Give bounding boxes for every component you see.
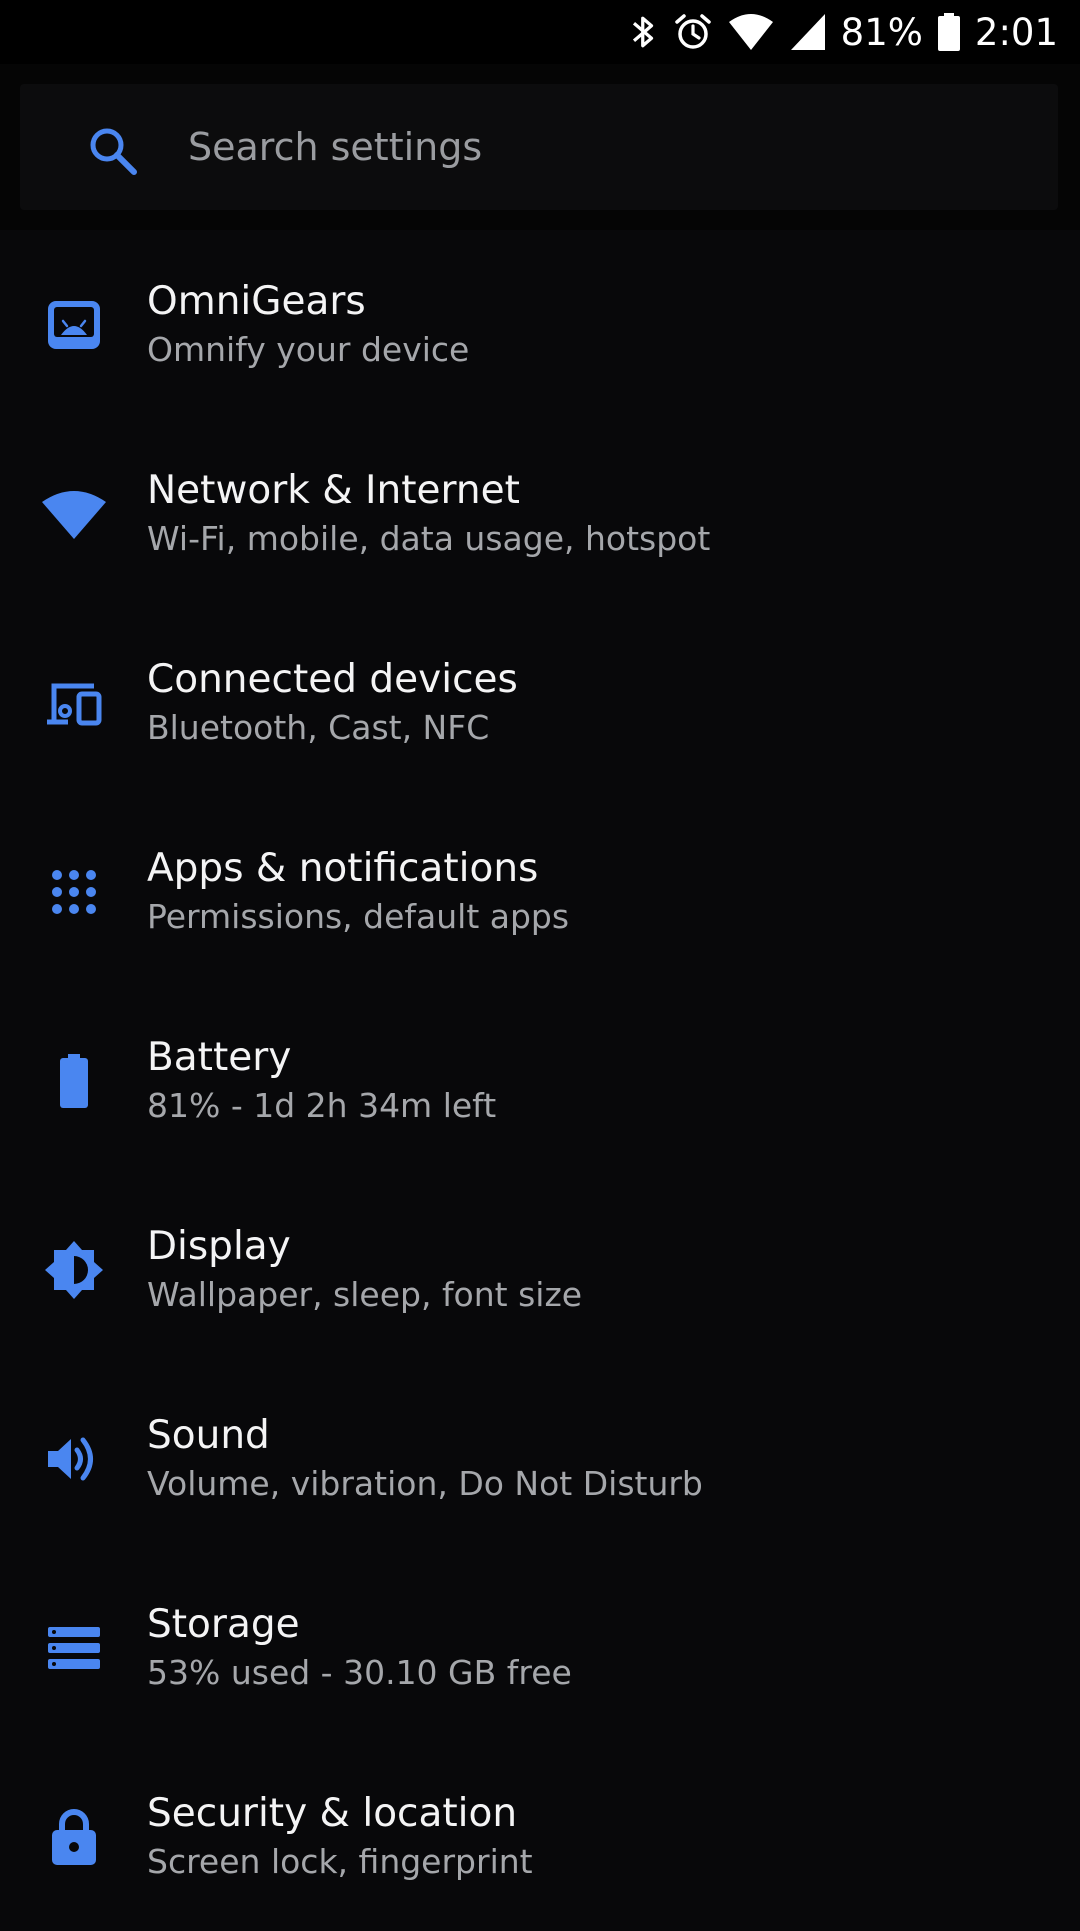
setting-subtitle: Volume, vibration, Do Not Disturb xyxy=(147,1463,703,1503)
search-area: Search settings xyxy=(0,64,1080,230)
setting-subtitle: 53% used - 30.10 GB free xyxy=(147,1652,572,1692)
setting-title: Storage xyxy=(147,1601,300,1647)
setting-title: Battery xyxy=(147,1034,292,1080)
setting-subtitle: Wi-Fi, mobile, data usage, hotspot xyxy=(147,518,711,558)
setting-item-battery[interactable]: Battery 81% - 1d 2h 34m left xyxy=(0,986,1080,1175)
battery-percent-text: 81% xyxy=(840,10,923,54)
wifi-icon xyxy=(727,12,775,52)
omnigears-icon xyxy=(38,289,110,361)
storage-icon xyxy=(38,1612,110,1684)
search-bar[interactable]: Search settings xyxy=(20,84,1058,210)
setting-title: Display xyxy=(147,1223,291,1269)
battery-icon xyxy=(38,1045,110,1117)
devices-icon xyxy=(38,667,110,739)
setting-subtitle: Omnify your device xyxy=(147,329,470,369)
setting-item-display[interactable]: Display Wallpaper, sleep, font size xyxy=(0,1175,1080,1364)
setting-title: Network & Internet xyxy=(147,467,520,513)
status-bar: 81% 2:01 xyxy=(0,0,1080,64)
search-input[interactable]: Search settings xyxy=(188,84,482,210)
setting-item-storage[interactable]: Storage 53% used - 30.10 GB free xyxy=(0,1553,1080,1742)
wifi-icon xyxy=(38,478,110,550)
battery-icon xyxy=(937,12,961,52)
setting-subtitle: Screen lock, fingerprint xyxy=(147,1841,533,1881)
setting-title: Apps & notifications xyxy=(147,845,539,891)
setting-subtitle: Bluetooth, Cast, NFC xyxy=(147,707,490,747)
setting-title: OmniGears xyxy=(147,278,366,324)
lock-icon xyxy=(38,1801,110,1873)
setting-item-connected-devices[interactable]: Connected devices Bluetooth, Cast, NFC xyxy=(0,608,1080,797)
setting-title: Connected devices xyxy=(147,656,518,702)
search-icon xyxy=(86,124,140,178)
setting-title: Sound xyxy=(147,1412,270,1458)
settings-list: OmniGears Omnify your device Network & I… xyxy=(0,230,1080,1931)
status-icons: 81% 2:01 xyxy=(629,6,1058,58)
cell-signal-icon xyxy=(789,12,827,52)
apps-icon xyxy=(38,856,110,928)
volume-icon xyxy=(38,1423,110,1495)
setting-item-apps[interactable]: Apps & notifications Permissions, defaul… xyxy=(0,797,1080,986)
setting-subtitle: 81% - 1d 2h 34m left xyxy=(147,1085,497,1125)
setting-item-network[interactable]: Network & Internet Wi-Fi, mobile, data u… xyxy=(0,419,1080,608)
setting-item-sound[interactable]: Sound Volume, vibration, Do Not Disturb xyxy=(0,1364,1080,1553)
setting-item-omnigears[interactable]: OmniGears Omnify your device xyxy=(0,230,1080,419)
setting-item-security[interactable]: Security & location Screen lock, fingerp… xyxy=(0,1742,1080,1931)
brightness-icon xyxy=(38,1234,110,1306)
setting-title: Security & location xyxy=(147,1790,518,1836)
setting-subtitle: Permissions, default apps xyxy=(147,896,570,936)
setting-subtitle: Wallpaper, sleep, font size xyxy=(147,1274,583,1314)
alarm-icon xyxy=(673,12,713,52)
clock-text: 2:01 xyxy=(974,10,1058,54)
bluetooth-icon xyxy=(629,12,659,52)
